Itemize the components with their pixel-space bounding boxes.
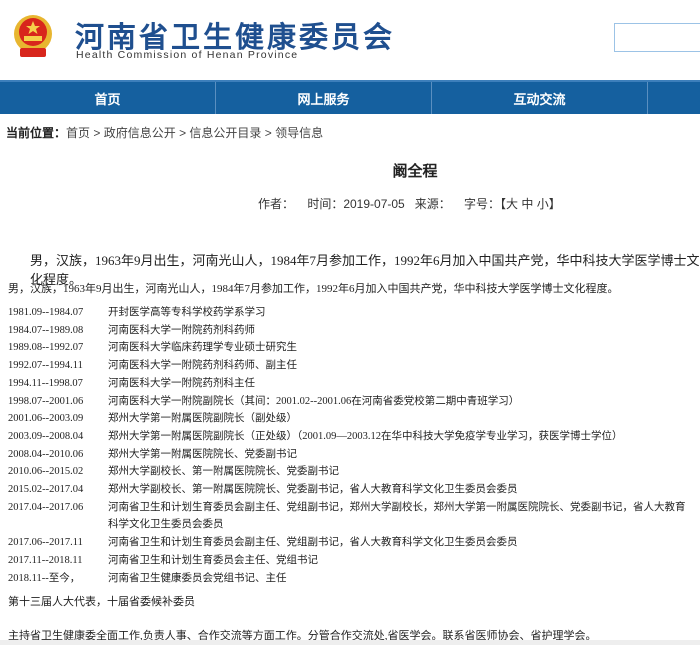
resume-date: 2017.11--2018.11	[8, 554, 83, 566]
resume-row: 2015.02--2017.04 郑州大学副校长、第一附属医院院长、党委副书记，省…	[8, 481, 688, 499]
resume-row: 2001.06--2003.09 郑州大学第一附属医院副院长（副处级）	[8, 410, 688, 428]
resume-row: 1992.07--1994.11 河南医科大学一附院药剂科药师、副主任	[8, 357, 688, 375]
nav-home[interactable]: 首页	[0, 82, 216, 114]
article-title: 阚全程	[392, 163, 438, 180]
intro-small: 男，汉族，1963年9月出生，河南光山人，1984年7月参加工作，1992年6月…	[8, 283, 619, 295]
resume-row: 2008.04--2010.06 郑州大学第一附属医院院长、党委副书记	[8, 446, 688, 464]
resume-date: 2008.04--2010.06	[8, 448, 84, 460]
resume-date: 2018.11--至今，	[8, 572, 81, 584]
national-emblem-logo	[14, 15, 52, 57]
resume-date: 1992.07--1994.11	[8, 360, 83, 372]
resume-date: 2015.02--2017.04	[8, 484, 84, 496]
nav-interaction[interactable]: 互动交流	[432, 82, 648, 114]
resume-date: 2017.06--2017.11	[8, 537, 83, 549]
bottom-edge	[0, 640, 700, 645]
resume-text: 郑州大学副校长、第一附属医院院长、党委副书记，省人大教育科学文化卫生委员会委员	[108, 484, 518, 496]
resume-row: 2017.06--2017.11 河南省卫生和计划生育委员会副主任、党组副书记，省…	[8, 534, 688, 552]
resume-date: 1981.09--1984.07	[8, 307, 84, 318]
resume-text: 河南医科大学一附院药剂科药师	[108, 324, 255, 336]
resume-row: 1994.11--1998.07 河南医科大学一附院药剂科主任	[8, 375, 688, 393]
resume-list: 1981.09--1984.07 开封医学高等专科学校药学系学习 1984.07--…	[8, 304, 688, 587]
nav-online-services[interactable]: 网上服务	[216, 82, 432, 114]
resume-row: 2018.11--至今， 河南省卫生健康委员会党组书记、主任	[8, 570, 688, 588]
resume-row: 1981.09--1984.07 开封医学高等专科学校药学系学习	[8, 304, 688, 322]
resume-date: 2003.09--2008.04	[8, 430, 84, 442]
resume-row: 1984.07--1989.08 河南医科大学一附院药剂科药师	[8, 322, 688, 340]
resume-text: 河南省卫生和计划生育委员会主任、党组书记	[108, 554, 318, 566]
resume-text: 郑州大学第一附属医院副院长（副处级）	[108, 413, 297, 425]
article-meta: 作者： 时间：2019-07-05 来源： 字号：【大 中 小】	[258, 197, 561, 211]
resume-row: 2010.06--2015.02 郑州大学副校长、第一附属医院院长、党委副书记	[8, 463, 688, 481]
resume-date: 1989.08--1992.07	[8, 342, 84, 354]
resume-row: 1989.08--1992.07 河南医科大学临床药理学专业硕士研究生	[8, 339, 688, 357]
breadcrumb: 当前位置：首页 > 政府信息公开 > 信息公开目录 > 领导信息	[6, 126, 324, 140]
resume-text: 河南医科大学临床药理学专业硕士研究生	[108, 342, 297, 354]
site-subtitle: Health Commission of Henan Province	[76, 49, 299, 61]
resume-text: 河南省卫生健康委员会党组书记、主任	[108, 572, 287, 584]
resume-text: 河南医科大学一附院药剂科主任	[108, 377, 255, 389]
resume-date: 2017.04--2017.06	[8, 501, 84, 513]
main-nav: 首页 网上服务 互动交流	[0, 80, 700, 114]
resume-text: 河南省卫生和计划生育委员会副主任、党组副书记，郑州大学副校长，郑州大学第一附属医…	[108, 501, 686, 531]
resume-date: 1984.07--1989.08	[8, 324, 84, 336]
resume-date: 1998.07--2001.06	[8, 395, 84, 407]
resume-row: 1998.07--2001.06 河南医科大学一附院副院长（其间：2001.02-…	[8, 393, 688, 411]
resume-text: 郑州大学第一附属医院副院长（正处级）（2001.09—2003.12在华中科技大…	[108, 430, 623, 442]
resume-row: 2017.04--2017.06 河南省卫生和计划生育委员会副主任、党组副书记，郑…	[8, 499, 688, 534]
search-input[interactable]	[614, 23, 700, 52]
breadcrumb-home[interactable]: 首页	[66, 126, 90, 140]
resume-row: 2003.09--2008.04 郑州大学第一附属医院副院长（正处级）（2001.…	[8, 428, 688, 446]
resume-date: 1994.11--1998.07	[8, 377, 83, 389]
resume-text: 河南医科大学一附院药剂科药师、副主任	[108, 360, 297, 372]
breadcrumb-label: 当前位置：	[6, 126, 67, 140]
resume-text: 开封医学高等专科学校药学系学习	[108, 307, 266, 318]
resume-text: 郑州大学副校长、第一附属医院院长、党委副书记	[108, 466, 339, 478]
resume-date: 2010.06--2015.02	[8, 466, 84, 478]
resume-text: 河南医科大学一附院副院长（其间：2001.02--2001.06在河南省委党校第…	[108, 395, 520, 407]
breadcrumb-gov-info[interactable]: 政府信息公开	[104, 126, 176, 140]
resume-text: 河南省卫生和计划生育委员会副主任、党组副书记，省人大教育科学文化卫生委员会委员	[108, 537, 518, 549]
resume-date: 2001.06--2003.09	[8, 413, 84, 425]
resume-text: 郑州大学第一附属医院院长、党委副书记	[108, 448, 297, 460]
breadcrumb-leaders[interactable]: 领导信息	[275, 126, 323, 140]
resume-row: 2017.11--2018.11 河南省卫生和计划生育委员会主任、党组书记	[8, 552, 688, 570]
positions-text: 第十三届人大代表，十届省委候补委员	[8, 596, 195, 608]
breadcrumb-catalog[interactable]: 信息公开目录	[189, 126, 261, 140]
